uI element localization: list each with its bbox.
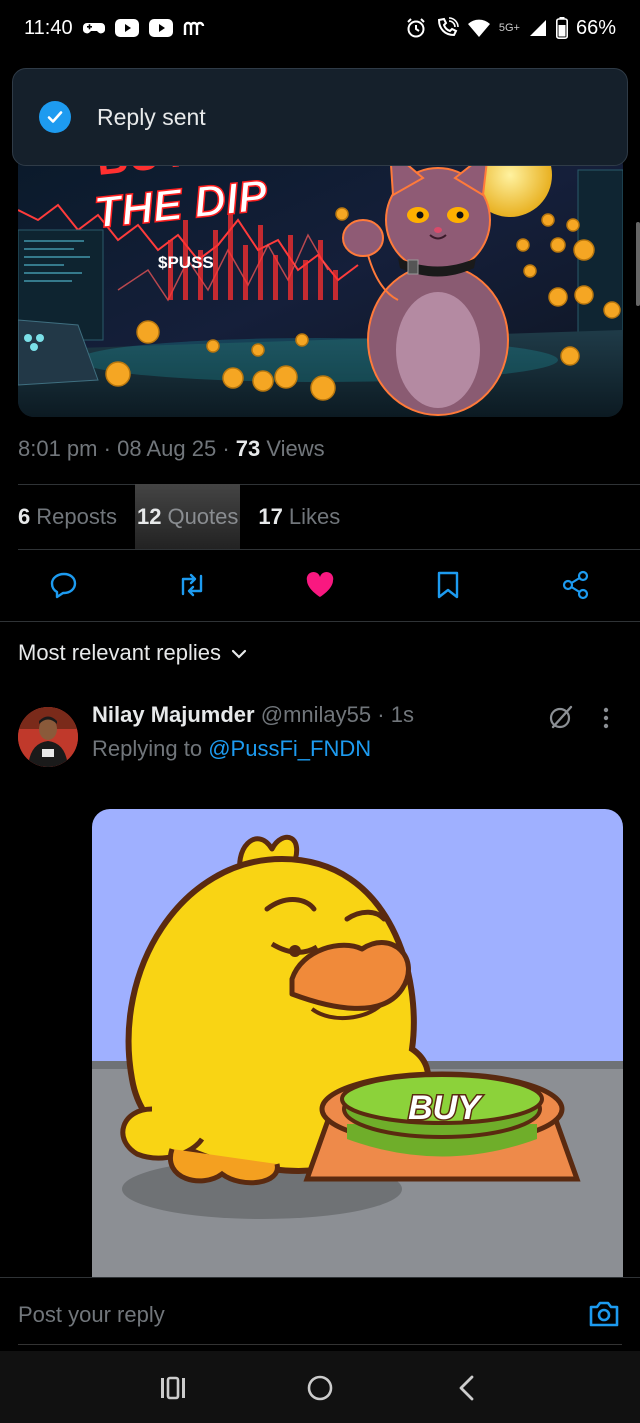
wifi-icon [467,18,491,38]
battery-icon [555,17,568,39]
camera-icon[interactable] [588,1300,620,1333]
quotes-label: Quotes [167,504,239,529]
reply-author-handle[interactable]: @mnilay55 [261,702,371,727]
replying-to-handle[interactable]: @PussFi_FNDN [208,736,371,761]
reposts-count: 6 [18,504,31,529]
more-vertical-icon[interactable] [602,706,610,735]
status-time: 11:40 [24,16,73,39]
compose-divider [18,1344,622,1345]
recent-apps-icon[interactable] [158,1373,188,1403]
signal-icon [528,18,548,38]
gif-button-text: BUY [408,1089,483,1127]
repost-icon[interactable] [174,567,210,603]
likes-stat[interactable]: 17 Likes [258,484,340,550]
reply-sort-dropdown[interactable]: Most relevant replies [18,640,247,666]
chevron-down-icon [231,640,247,666]
m-app-icon [183,19,205,37]
reply-gif-image[interactable]: BUY [92,809,623,1279]
alarm-icon [405,17,427,39]
system-nav-bar [0,1351,640,1423]
likes-count: 17 [258,504,283,529]
toast-text: Reply sent [97,103,206,130]
media-ticker: $PUSS [158,253,214,272]
views-label: Views [266,436,325,461]
reposts-stat[interactable]: 6 Reposts [18,484,117,550]
youtube-icon-2 [148,19,173,37]
bookmark-icon[interactable] [430,567,466,603]
divider-stats [18,549,640,550]
reply-sent-toast: Reply sent [12,68,628,166]
network-type: 5G+ [498,22,520,34]
meta-separator-2: · [222,436,236,461]
quotes-count: 12 [136,504,162,529]
reply-input[interactable]: Post your reply [18,1302,165,1328]
back-icon[interactable] [452,1373,482,1403]
home-icon[interactable] [305,1373,335,1403]
reply-time: 1s [390,702,414,727]
battery-percent: 66% [575,16,616,39]
check-icon [39,101,71,133]
replying-prefix: Replying to [92,736,203,761]
meta-separator: · [103,436,118,461]
post-date: 08 Aug 25 [117,436,217,461]
heart-icon[interactable] [302,567,338,603]
scrollbar[interactable] [636,222,640,306]
post-time: 8:01 pm [18,436,98,461]
youtube-icon [114,19,139,37]
reply-author-name[interactable]: Nilay Majumder [92,702,255,727]
reposts-label: Reposts [36,504,117,529]
post-media-image[interactable]: BUY IT THE DIP $PUSS [18,150,623,417]
grok-icon[interactable] [548,704,574,735]
divider-actions [0,621,640,622]
reply-time-separator: · [377,702,391,727]
quotes-stat[interactable]: 12 Quotes [134,484,241,550]
reply-header: Nilay Majumder @mnilay55 · 1s [92,702,414,728]
views-count: 73 [235,436,261,461]
reply-icon[interactable] [46,567,82,603]
wifi-call-icon [435,17,459,39]
post-meta: 8:01 pm · 08 Aug 25 · 73 Views [18,436,325,462]
status-bar: 11:40 5G+ 66% [0,0,640,56]
game-controller-icon [82,20,105,36]
likes-label: Likes [288,504,341,529]
replying-to: Replying to @PussFi_FNDN [92,736,371,762]
sort-label: Most relevant replies [18,640,221,665]
post-stats: 6 Reposts 12 Quotes 17 Likes [18,484,340,550]
share-icon[interactable] [558,567,594,603]
avatar[interactable] [18,707,78,767]
post-actions [0,555,640,617]
reply-compose-bar: Post your reply [0,1277,640,1351]
